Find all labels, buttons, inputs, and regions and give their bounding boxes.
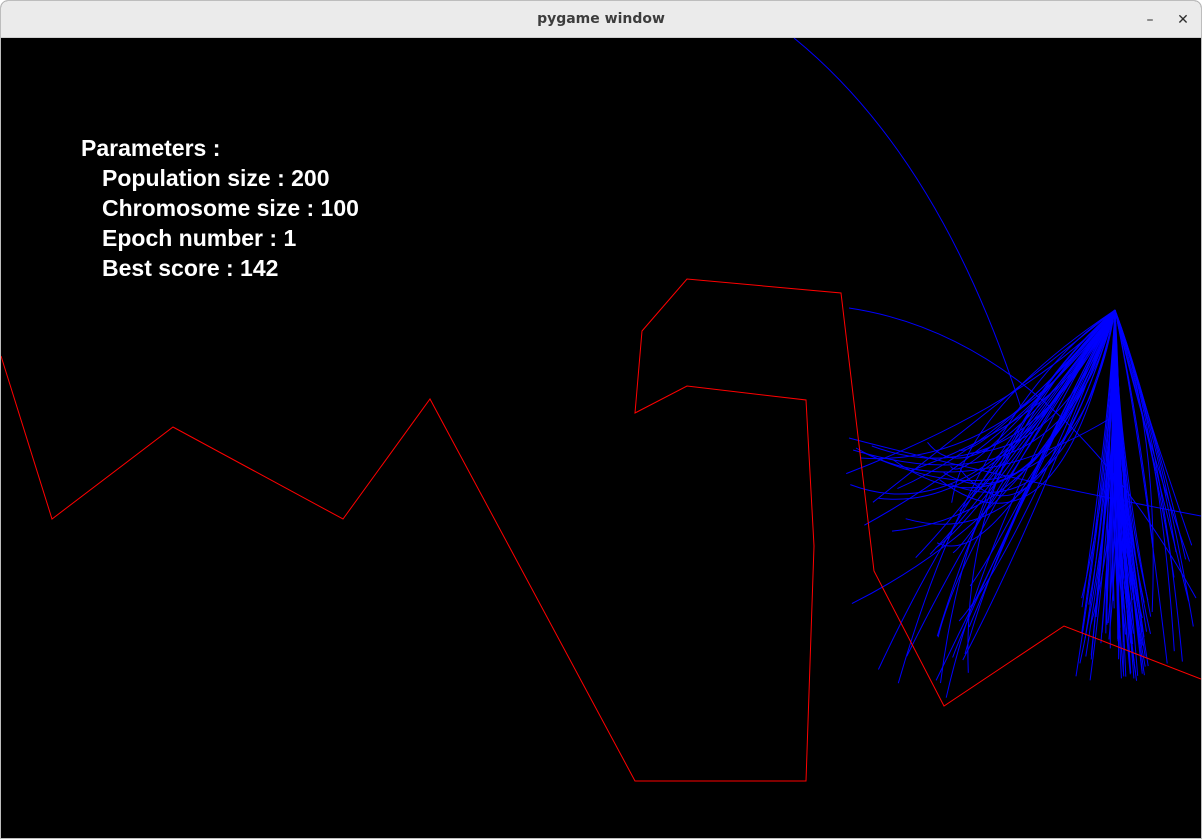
best-score-label: Best score : 142 bbox=[102, 255, 279, 281]
epoch-number-label: Epoch number : 1 bbox=[102, 225, 297, 251]
track-boundary bbox=[1, 278, 1201, 782]
title-bar[interactable]: pygame window – ✕ bbox=[1, 1, 1201, 38]
trajectory-line bbox=[945, 309, 1116, 698]
game-canvas[interactable]: Parameters : Population size : 200 Chrom… bbox=[1, 38, 1201, 838]
close-button[interactable]: ✕ bbox=[1172, 9, 1194, 31]
window-title: pygame window bbox=[537, 11, 665, 27]
chromosome-size-label: Chromosome size : 100 bbox=[102, 195, 359, 221]
trajectory-line bbox=[850, 309, 1116, 495]
trajectory-line bbox=[855, 417, 1112, 473]
trajectory-line bbox=[793, 38, 1022, 409]
trajectory-line bbox=[852, 309, 1116, 466]
pygame-window: pygame window – ✕ Parameters : Populatio… bbox=[0, 0, 1202, 839]
population-paths bbox=[793, 38, 1201, 698]
trajectory-line bbox=[848, 307, 1197, 599]
minimize-button[interactable]: – bbox=[1139, 9, 1161, 31]
parameters-heading: Parameters : bbox=[81, 135, 221, 161]
population-size-label: Population size : 200 bbox=[102, 165, 330, 191]
